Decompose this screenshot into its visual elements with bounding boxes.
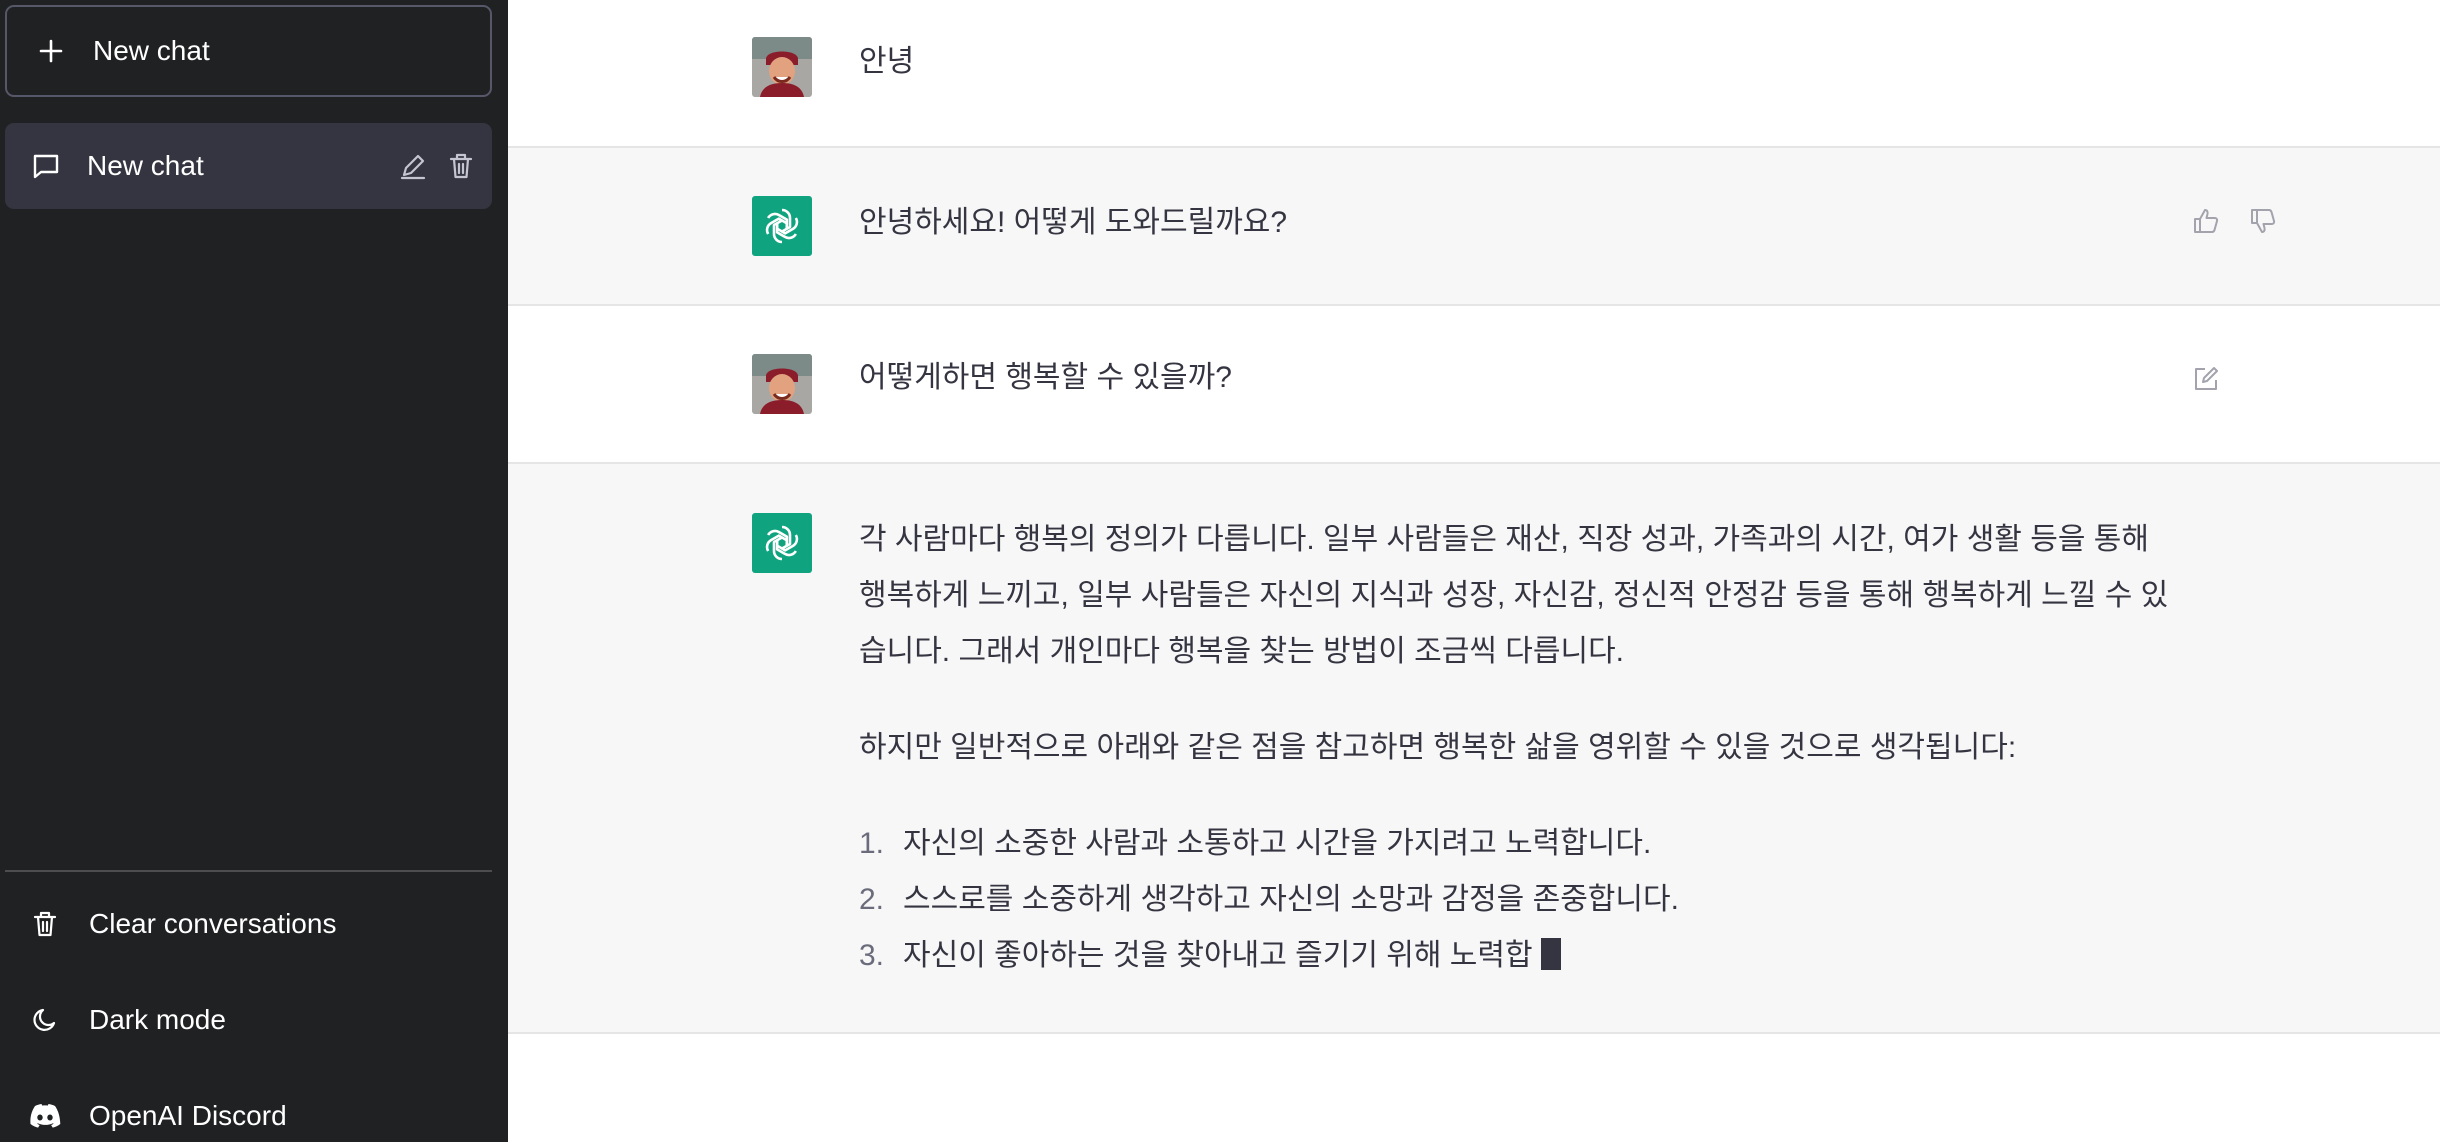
user-message-text: 안녕 <box>859 45 915 78</box>
list-text: 자신의 소중한 사람과 소통하고 시간을 가지려고 노력합니다. <box>903 827 1652 860</box>
message-row: 어떻게하면 행복할 수 있을까? <box>508 306 2440 464</box>
clear-conversations-label: Clear conversations <box>89 908 337 939</box>
list-number: 3. <box>859 939 885 972</box>
thumbs-down-icon[interactable] <box>2245 203 2281 239</box>
response-paragraph: 각 사람마다 행복의 정의가 다릅니다. 일부 사람들은 재산, 직장 성과, … <box>859 523 2169 668</box>
conversation-title: New chat <box>87 150 204 181</box>
conversation-item[interactable]: New chat <box>5 123 492 209</box>
conversation-panel: 안녕 안녕하세요! 어떻게 도와드릴까요? 어떻게하면 행복할 수 있을까? 각… <box>508 0 2440 1142</box>
openai-discord-link[interactable]: OpenAI Discord <box>5 1076 492 1142</box>
sidebar-divider <box>5 870 492 872</box>
trash-icon[interactable] <box>444 149 478 183</box>
discord-icon <box>28 1099 62 1133</box>
dark-mode-button[interactable]: Dark mode <box>5 980 492 1060</box>
user-message-text: 어떻게하면 행복할 수 있을까? <box>859 361 1232 394</box>
assistant-message-text: 안녕하세요! 어떻게 도와드릴까요? <box>859 206 1288 239</box>
list-number: 1. <box>859 827 885 860</box>
list-item: 1. 자신의 소중한 사람과 소통하고 시간을 가지려고 노력합니다. <box>859 816 2179 872</box>
plus-icon <box>35 35 67 67</box>
list-item: 2. 스스로를 소중하게 생각하고 자신의 소망과 감정을 존중합니다. <box>859 872 2179 928</box>
openai-logo-icon <box>752 513 812 573</box>
chat-bubble-icon <box>30 150 62 182</box>
message-row: 각 사람마다 행복의 정의가 다릅니다. 일부 사람들은 재산, 직장 성과, … <box>508 464 2440 1034</box>
sidebar: New chat New chat Clear conversations Da… <box>0 0 508 1142</box>
trash-icon <box>28 907 62 941</box>
dark-mode-label: Dark mode <box>89 1004 226 1035</box>
openai-logo-icon <box>752 196 812 256</box>
user-avatar <box>752 354 812 414</box>
thumbs-up-icon[interactable] <box>2188 203 2224 239</box>
list-item: 3. 자신이 좋아하는 것을 찾아내고 즐기기 위해 노력합 <box>859 928 2179 984</box>
response-paragraph: 하지만 일반적으로 아래와 같은 점을 참고하면 행복한 삶을 영위할 수 있을… <box>859 731 2017 764</box>
message-row: 안녕하세요! 어떻게 도와드릴까요? <box>508 148 2440 306</box>
clear-conversations-button[interactable]: Clear conversations <box>5 884 492 964</box>
new-chat-button[interactable]: New chat <box>5 5 492 97</box>
user-avatar <box>752 37 812 97</box>
typing-cursor <box>1540 938 1561 970</box>
openai-discord-label: OpenAI Discord <box>89 1100 287 1131</box>
moon-icon <box>28 1003 62 1037</box>
assistant-message-body: 각 사람마다 행복의 정의가 다릅니다. 일부 사람들은 재산, 직장 성과, … <box>859 512 2179 984</box>
list-text: 스스로를 소중하게 생각하고 자신의 소망과 감정을 존중합니다. <box>903 883 1679 916</box>
edit-square-icon[interactable] <box>2188 361 2224 397</box>
response-list: 1. 자신의 소중한 사람과 소통하고 시간을 가지려고 노력합니다. 2. 스… <box>859 816 2179 984</box>
pencil-icon[interactable] <box>396 149 430 183</box>
list-number: 2. <box>859 883 885 916</box>
list-text: 자신이 좋아하는 것을 찾아내고 즐기기 위해 노력합 <box>903 939 1533 972</box>
message-row: 안녕 <box>508 0 2440 148</box>
new-chat-label: New chat <box>93 35 210 66</box>
